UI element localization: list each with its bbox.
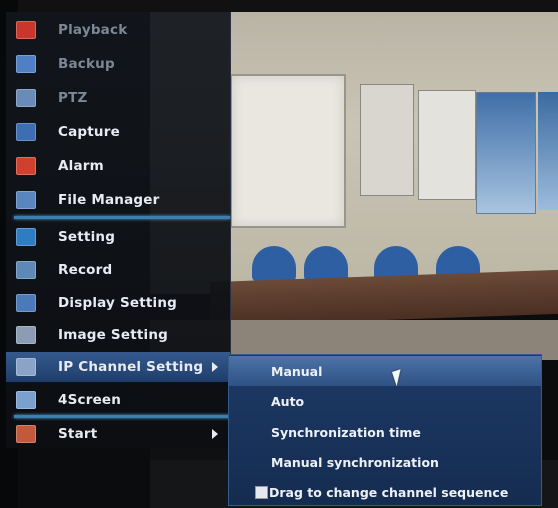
submenu-item-label: Manual synchronization [271,454,439,470]
submenu-item-auto[interactable]: Auto [229,386,541,416]
menu-item-label: Playback [58,22,128,38]
setting-icon [16,228,36,246]
menu-item-label: File Manager [58,192,160,208]
top-strip [0,0,558,12]
menu-item-label: Record [58,262,113,278]
menu-item-label: Capture [58,124,120,140]
chevron-right-icon [212,362,218,372]
submenu-item-synchronization-time[interactable]: Synchronization time [229,417,541,447]
menu-item-start[interactable]: Start [6,419,230,449]
display-setting-icon [16,294,36,312]
menu-item-alarm[interactable]: Alarm [6,151,230,181]
menu-item-backup[interactable]: Backup [6,49,230,79]
menu-item-display-setting[interactable]: Display Setting [6,288,230,318]
whiteboard [230,74,346,228]
menu-separator [14,216,230,219]
file-manager-icon [16,191,36,209]
submenu-item-label: Synchronization time [271,424,421,440]
chevron-right-icon [212,429,218,439]
menu-item-image-setting[interactable]: Image Setting [6,320,230,350]
menu-item-ip-channel-setting[interactable]: IP Channel Setting [6,352,230,382]
menu-item-label: Alarm [58,158,104,174]
menu-item-label: 4Screen [58,392,122,408]
submenu-item-manual[interactable]: Manual [229,356,541,386]
submenu-item-label: Auto [271,393,305,409]
menu-item-label: PTZ [58,90,88,106]
menu-item-capture[interactable]: Capture [6,117,230,147]
start-icon [16,425,36,443]
menu-item-file-manager[interactable]: File Manager [6,185,230,215]
menu-item-label: IP Channel Setting [58,359,204,375]
capture-icon [16,123,36,141]
drag-sequence-checkbox[interactable] [255,485,268,499]
ip-channel-submenu: Manual Auto Synchronization time Manual … [228,354,542,506]
submenu-item-label: Manual [271,363,323,379]
menu-item-record[interactable]: Record [6,255,230,285]
submenu-item-drag-channel-sequence[interactable]: Drag to change channel sequence [229,477,541,507]
ip-channel-icon [16,358,36,376]
menu-item-4screen[interactable]: 4Screen [6,385,230,415]
image-setting-icon [16,326,36,344]
wall-poster [360,84,414,196]
wall-poster [476,92,536,214]
menu-item-label: Start [58,426,98,442]
menu-item-setting[interactable]: Setting [6,222,230,252]
menu-item-ptz[interactable]: PTZ [6,83,230,113]
menu-item-label: Backup [58,56,115,72]
main-menu: Playback Backup PTZ Capture Alarm File M… [6,12,231,448]
menu-separator [14,415,230,418]
four-screen-icon [16,391,36,409]
record-icon [16,261,36,279]
backup-icon [16,55,36,73]
chair [252,246,296,282]
menu-item-label: Image Setting [58,327,169,343]
menu-item-label: Display Setting [58,295,178,311]
menu-item-label: Setting [58,229,116,245]
alarm-icon [16,157,36,175]
playback-icon [16,21,36,39]
submenu-item-label: Drag to change channel sequence [269,484,509,500]
submenu-item-manual-synchronization[interactable]: Manual synchronization [229,447,541,477]
wall-poster [538,92,558,210]
ptz-icon [16,89,36,107]
menu-item-playback[interactable]: Playback [6,15,230,45]
wall-poster [418,90,476,200]
